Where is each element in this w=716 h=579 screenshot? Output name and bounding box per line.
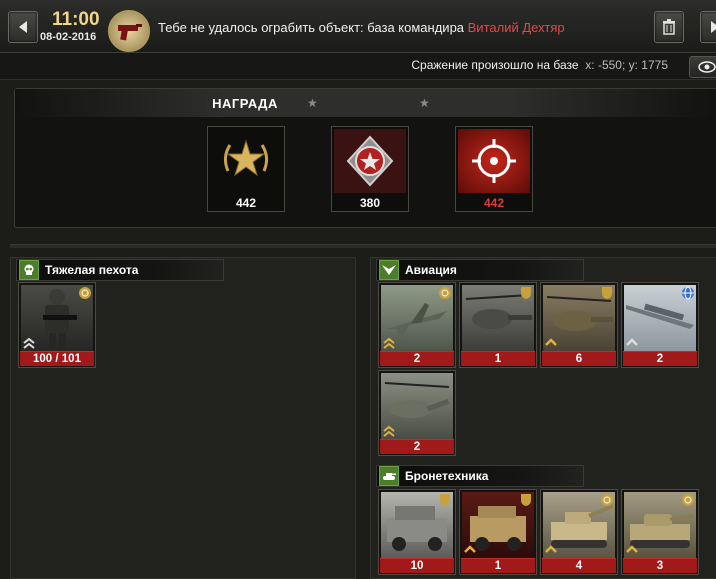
section-title: Бронетехника (405, 469, 489, 483)
reward-value: 442 (235, 196, 257, 210)
unit-count: 3 (623, 558, 697, 573)
message-time: 11:00 (52, 9, 100, 30)
rank-chevron-icon (626, 545, 638, 553)
delete-button[interactable] (654, 11, 684, 43)
pistol-badge-icon (108, 10, 150, 52)
rank-chevron-icon (383, 425, 395, 437)
message-body: Тебе не удалось ограбить объект: база ко… (158, 20, 468, 35)
unit-count: 100 / 101 (20, 351, 94, 366)
reward-item-target: 442 (455, 126, 533, 212)
reward-item-medal: 380 (331, 126, 409, 212)
unit-count: 1 (461, 558, 535, 573)
rank-chevron-icon (545, 545, 557, 553)
rank-chevron-icon (626, 338, 638, 346)
star-icon: ★ (419, 96, 430, 110)
unit-card-drone[interactable]: 2 (621, 282, 699, 368)
reward-item-gold: 442 (207, 126, 285, 212)
unit-count: 1 (461, 351, 535, 366)
section-header-armor: Бронетехника (376, 465, 584, 487)
unit-card-infantry[interactable]: 100 / 101 (18, 282, 96, 368)
next-button[interactable] (700, 11, 716, 43)
reward-value: 442 (483, 196, 505, 210)
gold-star-laurel-icon (210, 129, 282, 193)
battle-coordinates: x: -550; y: 1775 (585, 58, 668, 72)
trash-icon (663, 19, 675, 35)
unit-card-helicopter[interactable]: 6 (540, 282, 618, 368)
section-header-infantry: Тяжелая пехота (16, 259, 224, 281)
unit-count: 2 (380, 351, 454, 366)
unit-count: 10 (380, 558, 454, 573)
unit-card-humvee[interactable]: 10 (378, 489, 456, 575)
globe-badge-icon (682, 286, 694, 300)
target-crosshair-icon (458, 129, 530, 193)
unit-count: 4 (542, 558, 616, 573)
wings-icon (379, 260, 399, 280)
shield-badge-icon (521, 494, 531, 506)
section-title: Тяжелая пехота (45, 263, 139, 277)
divider (10, 244, 716, 248)
shield-badge-icon (521, 287, 531, 299)
shield-badge-icon (602, 287, 612, 299)
unit-card-helicopter[interactable]: 2 (378, 370, 456, 456)
crosshair-badge-icon (439, 287, 451, 299)
crosshair-badge-icon (601, 494, 613, 506)
view-base-button[interactable] (689, 56, 716, 78)
crosshair-badge-icon (682, 494, 694, 506)
unit-count: 6 (542, 351, 616, 366)
unit-card-helicopter[interactable]: 1 (459, 282, 537, 368)
unit-card-humvee[interactable]: 1 (459, 489, 537, 575)
back-button[interactable] (8, 11, 38, 43)
rank-chevron-icon (464, 545, 476, 553)
rank-chevron-icon (545, 338, 557, 346)
tank-icon (379, 466, 399, 486)
skull-icon (19, 260, 39, 280)
shield-badge-icon (440, 494, 450, 506)
unit-card-artillery[interactable]: 4 (540, 489, 618, 575)
chevron-left-icon (19, 21, 27, 33)
message-text: Тебе не удалось ограбить объект: база ко… (158, 20, 565, 35)
unit-card-tank[interactable]: 3 (621, 489, 699, 575)
chevron-right-icon (711, 21, 716, 33)
section-header-aviation: Авиация (376, 259, 584, 281)
reward-title: НАГРАДА (212, 96, 278, 111)
unit-count: 2 (623, 351, 697, 366)
eye-icon (698, 61, 716, 73)
battle-location-text: Сражение произошло на базе (411, 58, 579, 72)
battle-location: Сражение произошло на базе x: -550; y: 1… (411, 58, 668, 72)
reward-value: 380 (359, 196, 381, 210)
message-date: 08-02-2016 (40, 31, 97, 43)
unit-card-jet[interactable]: 2 (378, 282, 456, 368)
rank-chevron-icon (23, 337, 35, 349)
reward-panel: ★ НАГРАДА ★ 442 380 442 (14, 88, 716, 228)
unit-count: 2 (380, 439, 454, 454)
red-medal-icon (334, 129, 406, 193)
commander-name-link[interactable]: Виталий Дехтяр (468, 20, 565, 35)
section-title: Авиация (405, 263, 457, 277)
rank-chevron-icon (383, 337, 395, 349)
crosshair-badge-icon (79, 287, 91, 299)
